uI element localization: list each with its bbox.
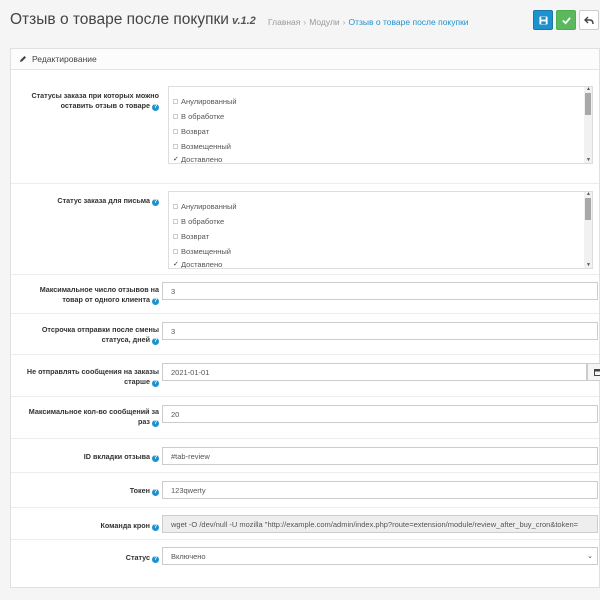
scroll-thumb[interactable]: [585, 198, 591, 220]
help-icon[interactable]: ?: [152, 455, 159, 462]
chevron-down-icon: ⌄: [587, 553, 593, 560]
cron-command-input[interactable]: wget -O /dev/null -U mozilla "http://exa…: [162, 515, 598, 533]
checkbox[interactable]: [173, 143, 178, 149]
row-delay: Отсрочка отправки после смены статуса, д…: [11, 314, 599, 355]
delay-label: Отсрочка отправки после смены статуса, д…: [41, 325, 159, 345]
page-title: Отзыв о товаре после покупки v.1.2: [10, 11, 256, 29]
save-button[interactable]: [533, 10, 553, 30]
help-icon[interactable]: ?: [152, 338, 159, 345]
scroll-up-icon: ▲: [586, 86, 591, 92]
row-older-date: Не отправлять сообщения на заказы старше…: [11, 355, 600, 397]
panel-title: Редактирование: [32, 54, 97, 64]
help-icon[interactable]: ?: [152, 298, 159, 305]
save-icon: [538, 15, 548, 25]
panel-heading: Редактирование: [11, 49, 599, 70]
version-label: v.1.2: [231, 15, 256, 27]
back-button[interactable]: [579, 10, 599, 30]
list-item[interactable]: В обработке: [173, 110, 224, 122]
help-icon[interactable]: ?: [152, 199, 159, 206]
checkbox[interactable]: [173, 113, 178, 119]
older-date-input[interactable]: 2021-01-01: [162, 363, 587, 381]
checkbox[interactable]: [173, 218, 178, 224]
breadcrumb-home[interactable]: Главная: [268, 17, 300, 27]
check-icon: [561, 16, 571, 25]
reply-icon: [584, 16, 594, 24]
list-item[interactable]: Возврат: [173, 125, 209, 137]
status-value: Включено: [171, 551, 206, 561]
token-label: Токен?: [129, 486, 159, 496]
help-icon[interactable]: ?: [152, 489, 159, 496]
row-status: Статус? Включено ⌄: [11, 540, 599, 577]
list-item[interactable]: Возмещенный: [173, 140, 231, 152]
list-item[interactable]: Анулированный: [173, 200, 237, 212]
title-text: Отзыв о товаре после покупки: [10, 11, 229, 28]
help-icon[interactable]: ?: [152, 104, 159, 111]
token-input[interactable]: 123qwerty: [162, 481, 598, 499]
calendar-button[interactable]: [587, 363, 600, 381]
row-cron: Команда крон? wget -O /dev/null -U mozil…: [11, 508, 599, 540]
list-item[interactable]: В обработке: [173, 215, 224, 227]
tab-id-label: ID вкладки отзыва?: [83, 452, 159, 462]
pencil-icon: [20, 56, 26, 62]
row-max-messages: Максимальное кол-во сообщений за раз? 20: [11, 397, 599, 439]
checkbox[interactable]: [173, 98, 178, 104]
tab-id-input[interactable]: #tab-review: [162, 447, 598, 465]
scroll-down-icon: ▼: [586, 157, 591, 163]
breadcrumb-sep: ›: [342, 17, 346, 27]
checkbox[interactable]: [173, 233, 178, 239]
breadcrumb-modules[interactable]: Модули: [309, 17, 339, 27]
checkbox[interactable]: [173, 248, 178, 254]
older-date-label: Не отправлять сообщения на заказы старше…: [26, 367, 159, 387]
delay-input[interactable]: 3: [162, 322, 598, 340]
checkmark-icon[interactable]: ✓: [173, 155, 179, 163]
scrollbar[interactable]: ▲ ▼: [584, 192, 592, 268]
max-messages-label: Максимальное кол-во сообщений за раз?: [28, 407, 159, 427]
scroll-down-icon: ▼: [586, 262, 591, 268]
breadcrumb-sep: ›: [303, 17, 307, 27]
row-review-statuses: Статусы заказа при которых можно оставит…: [11, 70, 599, 184]
calendar-icon: [594, 369, 600, 376]
row-max-reviews: Максимальное число отзывов на товар от о…: [11, 275, 599, 314]
page-header: Отзыв о товаре после покупки v.1.2 Главна…: [0, 0, 600, 42]
help-icon[interactable]: ?: [152, 420, 159, 427]
help-icon[interactable]: ?: [152, 524, 159, 531]
help-icon[interactable]: ?: [152, 380, 159, 387]
breadcrumb-current[interactable]: Отзыв о товаре после покупки: [349, 17, 469, 27]
status-select[interactable]: Включено ⌄: [162, 547, 598, 565]
review-statuses-label: Статусы заказа при которых можно оставит…: [31, 91, 159, 111]
checkbox[interactable]: [173, 203, 178, 209]
scroll-thumb[interactable]: [585, 93, 591, 115]
max-reviews-input[interactable]: 3: [162, 282, 598, 300]
row-token: Токен? 123qwerty: [11, 473, 599, 508]
list-item[interactable]: ✓ Доставлено: [173, 258, 222, 269]
mail-status-list[interactable]: Анулированный В обработке Возврат Возмещ…: [168, 191, 593, 269]
scrollbar[interactable]: ▲ ▼: [584, 87, 592, 163]
checkbox[interactable]: [173, 128, 178, 134]
save-stay-button[interactable]: [556, 10, 576, 30]
list-item[interactable]: Возмещенный: [173, 245, 231, 257]
row-mail-status: Статус заказа для письма? Анулированный …: [11, 184, 599, 275]
max-messages-input[interactable]: 20: [162, 405, 598, 423]
breadcrumb: Главная › Модули › Отзыв о товаре после поку…: [268, 17, 469, 27]
checkmark-icon[interactable]: ✓: [173, 260, 179, 268]
row-tab-id: ID вкладки отзыва? #tab-review: [11, 439, 599, 473]
cron-label: Команда крон?: [100, 521, 159, 531]
scroll-up-icon: ▲: [586, 191, 591, 197]
help-icon[interactable]: ?: [152, 556, 159, 563]
status-label: Статус?: [125, 553, 159, 563]
list-item[interactable]: Анулированный: [173, 95, 237, 107]
mail-status-label: Статус заказа для письма?: [57, 196, 159, 206]
max-reviews-label: Максимальное число отзывов на товар от о…: [39, 285, 159, 305]
edit-panel: Редактирование Статусы заказа при которы…: [10, 48, 600, 588]
list-item[interactable]: Возврат: [173, 230, 209, 242]
list-item[interactable]: ✓ Доставлено: [173, 153, 222, 164]
review-statuses-list[interactable]: Анулированный В обработке Возврат Возмещ…: [168, 86, 593, 164]
